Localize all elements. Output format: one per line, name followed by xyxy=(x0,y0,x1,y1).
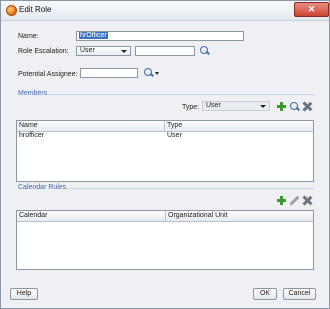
help-button[interactable]: Help xyxy=(10,288,38,300)
edit-icon xyxy=(290,196,299,205)
app-icon xyxy=(6,5,17,16)
search-icon[interactable] xyxy=(144,68,152,76)
column-header-name[interactable]: Name xyxy=(17,121,165,131)
potential-assignee-label: Potential Assignee: xyxy=(18,71,78,78)
chevron-down-icon xyxy=(260,105,266,108)
member-type-select[interactable]: User xyxy=(202,101,270,111)
potential-assignee-field[interactable] xyxy=(80,68,138,78)
role-escalation-type-value: User xyxy=(80,47,95,54)
calendar-divider xyxy=(67,188,314,189)
title-bar: Edit Role ✕ xyxy=(1,1,329,21)
search-icon[interactable] xyxy=(200,46,208,54)
members-section-title: Members xyxy=(18,90,48,97)
dialog-title: Edit Role xyxy=(19,5,52,14)
name-label: Name: xyxy=(18,33,39,40)
name-value: hrOfficer xyxy=(79,32,108,39)
ok-button[interactable]: OK xyxy=(253,288,277,300)
close-button[interactable]: ✕ xyxy=(294,2,329,17)
member-type-label: Type: xyxy=(182,104,200,111)
column-header-type[interactable]: Type xyxy=(165,121,313,131)
name-field[interactable]: hrOfficer xyxy=(76,31,244,41)
members-table-header: Name Type xyxy=(17,121,313,132)
member-type-cell: User xyxy=(167,132,182,139)
delete-icon[interactable] xyxy=(303,102,312,111)
members-table: Name Type hrofficer User xyxy=(16,120,314,182)
member-name-cell: hrofficer xyxy=(19,132,45,139)
column-header-calendar[interactable]: Calendar xyxy=(17,211,166,221)
member-type-value: User xyxy=(206,102,221,109)
cancel-button[interactable]: Cancel xyxy=(283,288,316,300)
add-icon[interactable] xyxy=(277,196,286,205)
role-escalation-field[interactable] xyxy=(135,46,195,56)
chevron-down-icon xyxy=(121,50,127,53)
column-header-organizational-unit[interactable]: Organizational Unit xyxy=(166,211,313,221)
calendar-rules-section-title: Calendar Rules xyxy=(18,184,67,191)
search-icon[interactable] xyxy=(290,102,298,110)
chevron-down-icon[interactable] xyxy=(155,72,159,75)
role-escalation-type-select[interactable]: User xyxy=(76,46,131,56)
calendar-table-header: Calendar Organizational Unit xyxy=(17,211,313,222)
delete-icon xyxy=(303,196,312,205)
members-divider xyxy=(48,94,314,95)
edit-role-dialog: Edit Role ✕ Name: hrOfficer Role Escalat… xyxy=(0,0,330,309)
add-icon[interactable] xyxy=(277,102,286,111)
role-escalation-label: Role Escalation: xyxy=(18,48,69,55)
calendar-rules-table: Calendar Organizational Unit xyxy=(16,210,314,270)
